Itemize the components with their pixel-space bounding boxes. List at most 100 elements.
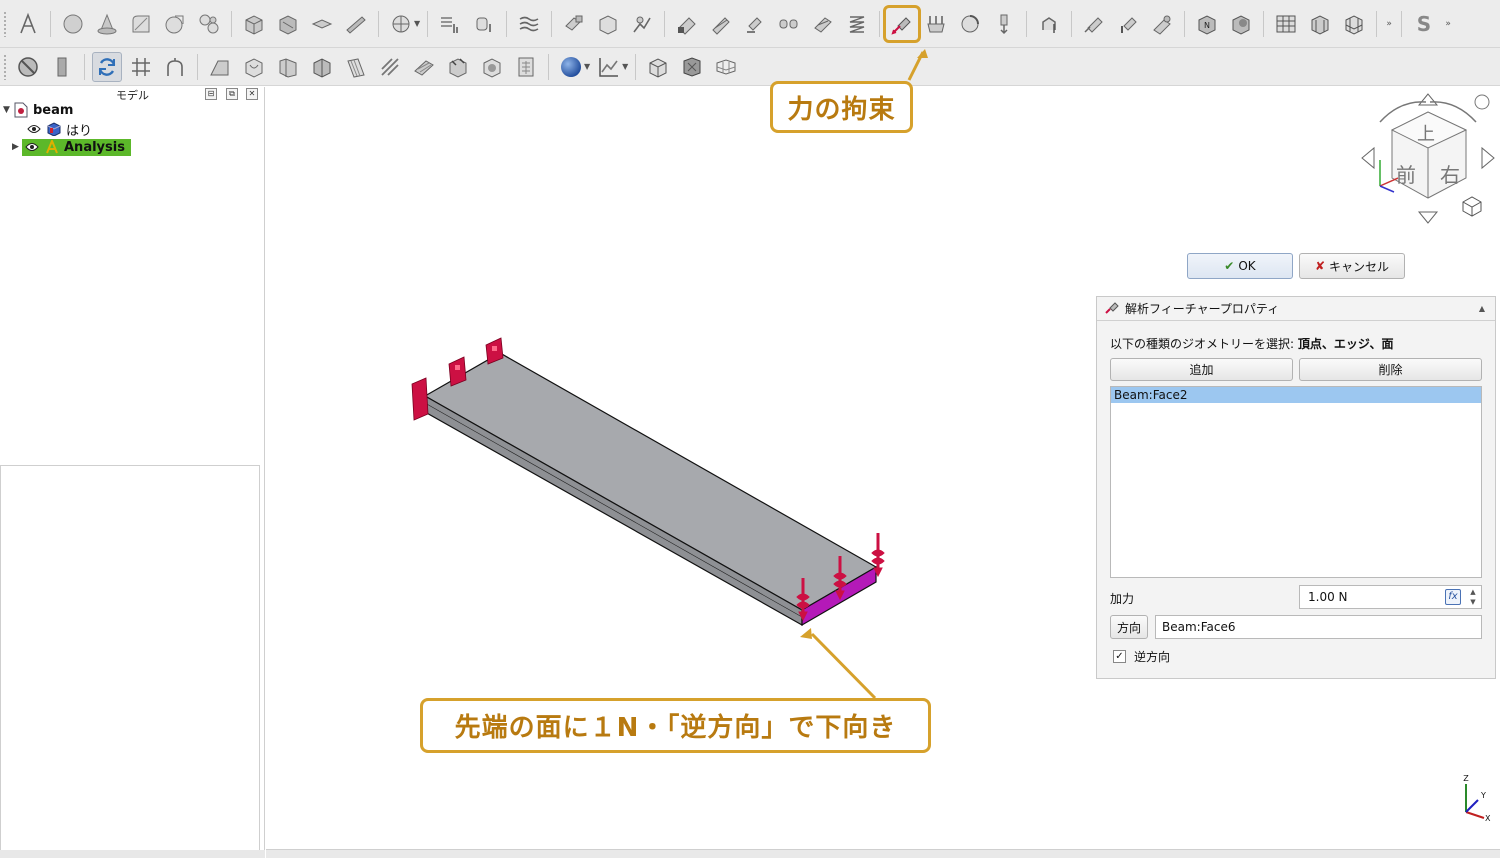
sketch-icon[interactable]: [126, 9, 156, 39]
post-contour-icon[interactable]: [477, 52, 507, 82]
cancel-button[interactable]: ✘ キャンセル: [1299, 253, 1405, 279]
body-heat-icon[interactable]: [1147, 9, 1177, 39]
ok-button[interactable]: ✔ OK: [1187, 253, 1293, 279]
result-3d-icon[interactable]: [1305, 9, 1335, 39]
mesh-group-icon[interactable]: [514, 9, 544, 39]
post-cut-icon[interactable]: [307, 52, 337, 82]
direction-button[interactable]: 方向: [1110, 615, 1148, 639]
color-sphere-icon[interactable]: [556, 52, 586, 82]
mesh-net-icon[interactable]: [386, 9, 416, 39]
eye-icon[interactable]: [24, 139, 40, 155]
panel-icon[interactable]: [47, 52, 77, 82]
text-icon[interactable]: [13, 9, 43, 39]
node-icon[interactable]: [435, 9, 465, 39]
navigation-cube[interactable]: 上 前 右: [1361, 93, 1495, 224]
force-value: 1.00 N: [1308, 590, 1348, 604]
transform-icon[interactable]: [842, 9, 872, 39]
fixed-constraint-icon[interactable]: [593, 9, 623, 39]
tree-item-beam[interactable]: ▼ beam: [3, 101, 73, 119]
line-chart-icon[interactable]: [594, 52, 624, 82]
mesh-region-icon[interactable]: [469, 9, 499, 39]
document-icon: [13, 102, 29, 118]
list-item[interactable]: Beam:Face2: [1111, 387, 1481, 403]
plot-icon[interactable]: [205, 52, 235, 82]
collapse-icon[interactable]: ▲: [1479, 304, 1485, 313]
analysis-selected-row[interactable]: Analysis: [22, 138, 131, 156]
result-table-icon[interactable]: [1271, 9, 1301, 39]
fillet-icon[interactable]: [194, 9, 224, 39]
reverse-direction-checkbox[interactable]: ✓: [1113, 650, 1126, 663]
reverse-direction-row[interactable]: ✓ 逆方向: [1113, 648, 1170, 665]
result-cube-icon[interactable]: [1339, 9, 1369, 39]
cone-icon[interactable]: [92, 9, 122, 39]
post-glyph-icon[interactable]: [443, 52, 473, 82]
post-line-icon[interactable]: [375, 52, 405, 82]
axis-cross: Z Y X: [1463, 774, 1491, 823]
eye-icon[interactable]: [26, 121, 42, 137]
ok-label: OK: [1238, 259, 1256, 273]
toolbar-grip[interactable]: [3, 10, 7, 37]
panel-header[interactable]: 解析フィーチャープロパティ ▲: [1097, 297, 1495, 321]
refresh-icon[interactable]: [92, 51, 122, 82]
toolbar-grip[interactable]: [3, 53, 7, 80]
box-wire-icon[interactable]: [711, 52, 741, 82]
remove-button[interactable]: 削除: [1299, 358, 1482, 381]
solver-ccx-icon[interactable]: N: [1192, 9, 1222, 39]
tree-label: Analysis: [64, 139, 125, 155]
mesh-layer-icon[interactable]: [559, 9, 589, 39]
part-icon: [46, 121, 62, 137]
toolbar-separator: [664, 10, 666, 37]
beam-icon[interactable]: [341, 9, 371, 39]
beam-model[interactable]: [423, 352, 878, 627]
stylesheet-icon[interactable]: S: [1409, 9, 1439, 39]
panel-float-button[interactable]: ⧉: [226, 88, 238, 100]
post-plane-icon[interactable]: [409, 52, 439, 82]
self-weight-icon[interactable]: [989, 9, 1019, 39]
solver-elmer-icon[interactable]: [1226, 9, 1256, 39]
expression-icon[interactable]: fx: [1445, 589, 1461, 605]
grid-icon[interactable]: [126, 52, 156, 82]
force-input[interactable]: 1.00 N fx ▲ ▼: [1299, 585, 1482, 609]
more-icon[interactable]: »: [1384, 9, 1394, 39]
more-icon[interactable]: »: [1443, 9, 1453, 39]
sphere-icon[interactable]: [58, 9, 88, 39]
shell-icon[interactable]: [307, 9, 337, 39]
panel-collapse-button[interactable]: ⊟: [205, 88, 217, 100]
post-warp-icon[interactable]: [239, 52, 269, 82]
material-icon[interactable]: [239, 9, 269, 39]
clipping-icon[interactable]: [160, 9, 190, 39]
pressure-icon[interactable]: [921, 9, 951, 39]
panel-bottom-tabs[interactable]: [0, 850, 265, 858]
box-view-icon[interactable]: [643, 52, 673, 82]
branch-icon[interactable]: [160, 52, 190, 82]
solid-icon[interactable]: [273, 9, 303, 39]
toolbar-separator: [378, 10, 379, 37]
tree-collapsed-icon[interactable]: ▶: [12, 142, 22, 152]
post-calculator-icon[interactable]: [511, 52, 541, 82]
reference-list[interactable]: Beam:Face2: [1110, 386, 1482, 578]
spring-icon[interactable]: [774, 9, 804, 39]
direction-field[interactable]: Beam:Face6: [1155, 615, 1482, 639]
add-button[interactable]: 追加: [1110, 358, 1293, 381]
heatflux-icon[interactable]: [1079, 9, 1109, 39]
tree-item-beam-part[interactable]: はり: [26, 120, 92, 139]
contact-icon[interactable]: [706, 9, 736, 39]
analysis-icon: [44, 139, 60, 155]
initial-temp-icon[interactable]: [1034, 9, 1064, 39]
panel-close-button[interactable]: ✕: [246, 88, 258, 100]
centrif-icon[interactable]: [955, 9, 985, 39]
spin-arrows-icon[interactable]: ▲ ▼: [1467, 587, 1479, 607]
stop-icon[interactable]: [13, 52, 43, 82]
box-constraint-icon[interactable]: [627, 9, 657, 39]
post-scalar-icon[interactable]: [273, 52, 303, 82]
tie-icon[interactable]: [740, 9, 770, 39]
box-front-icon[interactable]: [677, 52, 707, 82]
post-clip-icon[interactable]: [341, 52, 371, 82]
tree-expanded-icon[interactable]: ▼: [3, 105, 13, 115]
tree-item-analysis[interactable]: ▶ Analysis: [12, 138, 131, 156]
temperature-icon[interactable]: [1113, 9, 1143, 39]
displacement-icon[interactable]: [672, 9, 702, 39]
document-tabs[interactable]: [266, 849, 1500, 858]
sectionprint-icon[interactable]: [808, 9, 838, 39]
force-constraint-icon[interactable]: [883, 4, 922, 43]
